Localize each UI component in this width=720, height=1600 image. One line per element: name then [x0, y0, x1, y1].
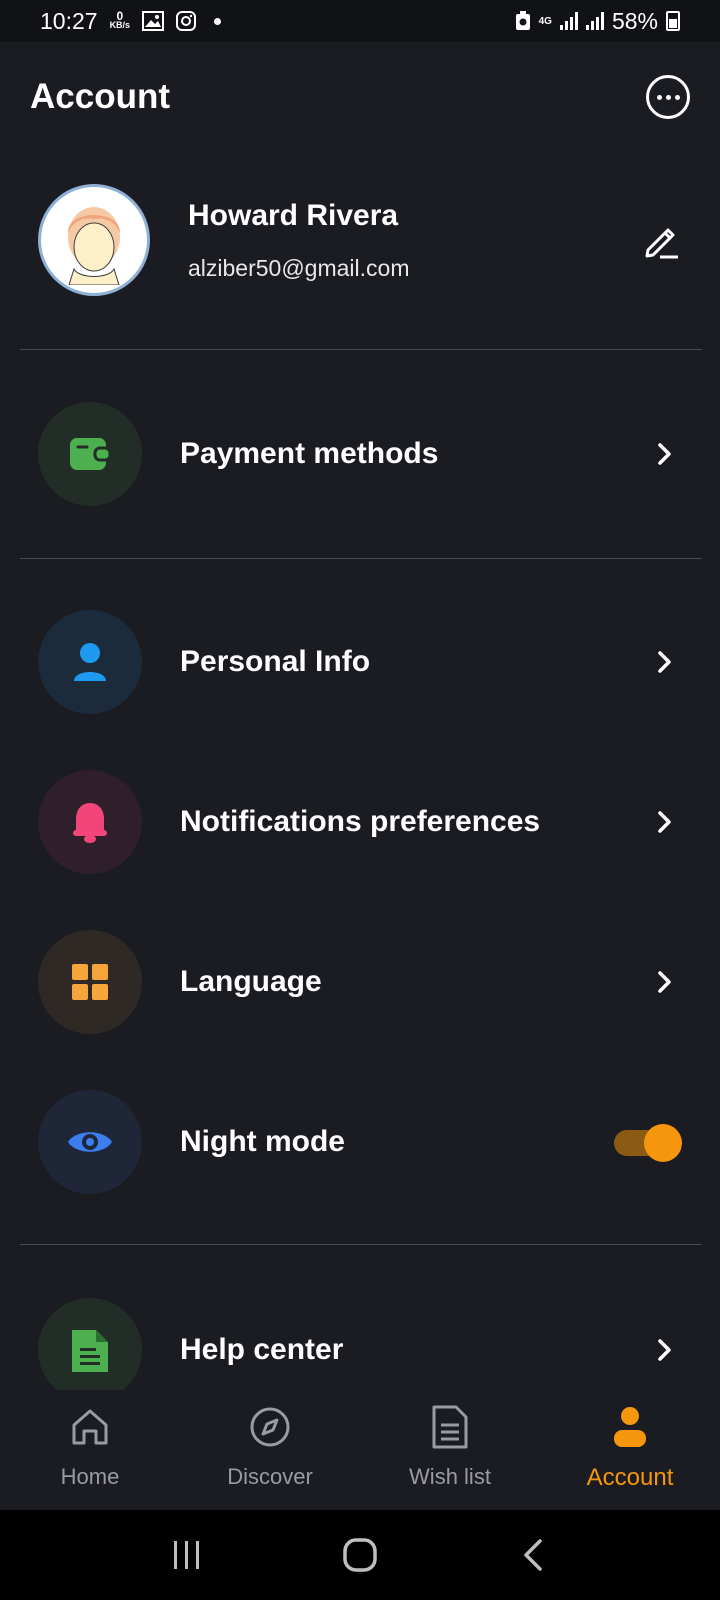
nav-item-discover[interactable]: Discover [180, 1390, 360, 1510]
status-time: 10:27 [40, 7, 98, 34]
nav-label: Home [60, 1464, 120, 1489]
chevron-right-icon [658, 651, 671, 673]
profile-name: Howard Rivera [188, 198, 399, 232]
profile-email: alziber50@gmail.com [188, 254, 410, 281]
dot-icon [674, 94, 680, 100]
menu-label: Personal Info [180, 645, 371, 678]
nav-item-wish-list[interactable]: Wish list [360, 1390, 540, 1510]
bottom-navigation: Home Discover Wish list Account [0, 1390, 720, 1510]
notification-dot-icon [214, 17, 222, 25]
signal-icon [559, 12, 578, 30]
wallet-icon [38, 402, 142, 506]
battery-percent: 58% [611, 7, 658, 34]
home-button[interactable] [335, 1530, 385, 1580]
instagram-icon [176, 11, 197, 31]
chevron-right-icon [658, 1339, 671, 1361]
eye-icon [38, 1090, 142, 1194]
gallery-icon [142, 11, 165, 31]
toggle-knob [644, 1124, 682, 1162]
network-speed: 0 KB/s [109, 9, 131, 30]
night-mode-toggle[interactable] [612, 1124, 682, 1162]
avatar-face-icon [67, 207, 121, 285]
grid-icon [38, 930, 142, 1034]
menu-label: Notifications preferences [180, 805, 541, 838]
status-bar: 10:27 0 KB/s 4G 58% [0, 0, 720, 42]
avatar[interactable] [38, 184, 150, 296]
chevron-right-icon [658, 971, 671, 993]
list-icon [427, 1404, 473, 1450]
nav-label: Account [586, 1464, 674, 1491]
divider [20, 1244, 702, 1245]
page-title: Account [30, 77, 170, 116]
menu-label: Language [180, 965, 322, 998]
home-circle-icon [343, 1538, 377, 1572]
nav-label: Wish list [409, 1464, 491, 1489]
bell-icon [38, 770, 142, 874]
battery-icon [666, 11, 680, 31]
menu-item-language[interactable]: Language [0, 930, 720, 1034]
document-icon [38, 1298, 142, 1402]
menu-item-night-mode: Night mode [0, 1090, 720, 1194]
profile-card: Howard Rivera alziber50@gmail.com [0, 175, 720, 305]
menu-label: Help center [180, 1333, 344, 1366]
user-icon [607, 1404, 653, 1450]
person-icon [38, 610, 142, 714]
network-type: 4G [538, 15, 552, 27]
header: Account [0, 42, 720, 152]
chevron-right-icon [658, 811, 671, 833]
recent-apps-icon [173, 1541, 199, 1569]
back-icon [524, 1539, 543, 1571]
chevron-right-icon [658, 443, 671, 465]
system-navigation-bar [0, 1510, 720, 1600]
battery-saver-icon [515, 11, 530, 30]
nav-label: Discover [227, 1464, 313, 1489]
divider [20, 349, 702, 350]
edit-icon[interactable] [642, 220, 682, 260]
compass-icon [247, 1404, 293, 1450]
menu-item-help-center[interactable]: Help center [0, 1298, 720, 1402]
menu-item-notifications[interactable]: Notifications preferences [0, 770, 720, 874]
nav-item-home[interactable]: Home [0, 1390, 180, 1510]
more-options-button[interactable] [646, 75, 690, 119]
menu-label: Night mode [180, 1125, 345, 1158]
home-icon [67, 1404, 113, 1450]
recent-apps-button[interactable] [162, 1530, 212, 1580]
nav-item-account[interactable]: Account [540, 1390, 720, 1510]
dot-icon [656, 94, 662, 100]
dot-icon [665, 94, 671, 100]
menu-label: Payment methods [180, 437, 439, 470]
menu-item-payment-methods[interactable]: Payment methods [0, 402, 720, 506]
back-button[interactable] [508, 1530, 558, 1580]
signal-icon-2 [585, 12, 604, 30]
menu-item-personal-info[interactable]: Personal Info [0, 610, 720, 714]
divider [20, 558, 702, 559]
